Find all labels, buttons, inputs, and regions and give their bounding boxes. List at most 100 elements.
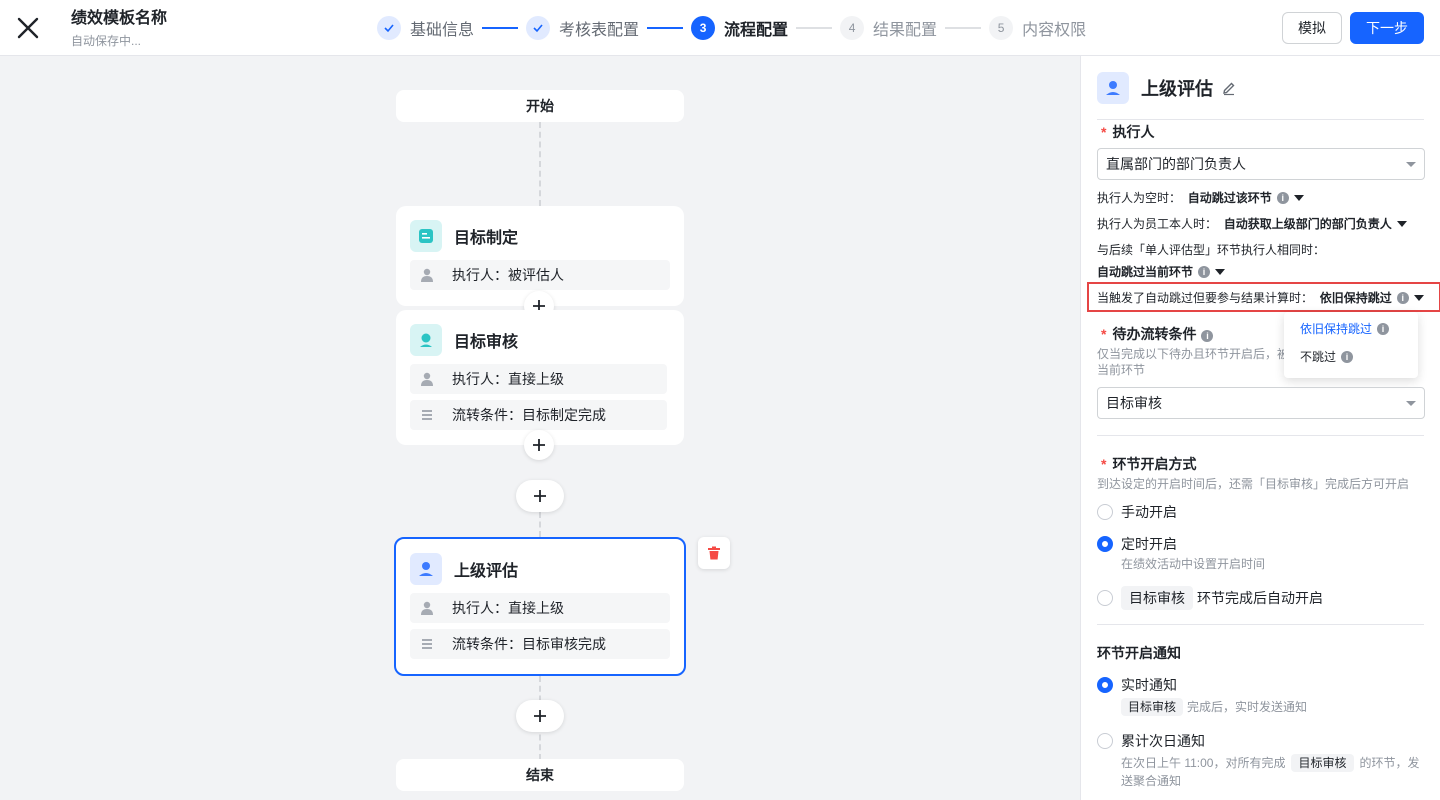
add-node-button[interactable] <box>524 430 554 460</box>
edit-pencil-icon[interactable] <box>1221 80 1237 96</box>
dropdown-triangle-icon[interactable] <box>1413 294 1424 301</box>
step-flow-config[interactable]: 3 流程配置 <box>691 16 788 40</box>
node-executor-row: 执行人：直接上级 <box>410 593 670 623</box>
plus-icon <box>534 490 546 502</box>
info-icon[interactable]: i <box>1377 322 1390 335</box>
option-value: 自动跳过当前环节 <box>1097 265 1194 279</box>
add-node-button[interactable] <box>516 700 564 732</box>
flow-canvas[interactable]: 开始 目标制定 执行人：被评估人 目标审核 执行人：直接上级 流转条件：目标制定… <box>0 56 1080 800</box>
node-row-text: 执行人：直接上级 <box>452 600 564 616</box>
divider <box>1097 624 1424 625</box>
timed-open-hint: 在绩效活动中设置开启时间 <box>1121 557 1266 571</box>
person-icon <box>418 266 436 284</box>
plus-icon <box>534 710 546 722</box>
radio-button-selected[interactable] <box>1097 536 1113 552</box>
node-header: 目标审核 <box>410 324 518 356</box>
flow-start-node[interactable]: 开始 <box>396 90 684 122</box>
radio-button[interactable] <box>1097 590 1113 606</box>
step-content-permission[interactable]: 5 内容权限 <box>989 16 1086 40</box>
option-value: 自动跳过该环节 <box>1187 191 1272 205</box>
plus-icon <box>533 439 545 451</box>
option-value: 自动获取上级部门的部门负责人 <box>1223 217 1392 231</box>
close-icon[interactable] <box>14 14 42 42</box>
step-number: 4 <box>840 16 865 40</box>
executor-label: * 执行人 <box>1101 124 1155 140</box>
step-result-config[interactable]: 4 结果配置 <box>840 16 937 40</box>
pending-hint: 当前环节 <box>1097 363 1146 377</box>
step-label: 流程配置 <box>724 22 789 39</box>
template-title[interactable]: 绩效模板名称 <box>71 8 167 30</box>
pending-select-value: 目标审核 <box>1106 395 1162 411</box>
chevron-down-icon <box>1406 401 1416 406</box>
node-config-panel: 上级评估 * 执行人 直属部门的部门负责人 执行人为空时： 自动跳过该环节 i 执… <box>1080 56 1440 800</box>
node-row-text: 执行人：被评估人 <box>452 267 564 283</box>
step-number: 5 <box>989 16 1014 40</box>
pending-condition-select[interactable]: 目标审核 <box>1097 387 1425 419</box>
radio-realtime-notify[interactable]: 实时通知 <box>1097 675 1177 695</box>
executor-select[interactable]: 直属部门的部门负责人 <box>1097 148 1425 180</box>
manager-icon <box>1097 72 1129 104</box>
pending-condition-label: * 待办流转条件 i <box>1101 324 1214 344</box>
node-title: 目标审核 <box>454 334 519 351</box>
radio-after-open[interactable]: 目标审核 环节完成后自动开启 <box>1097 586 1323 610</box>
node-tag: 目标审核 <box>1291 754 1354 772</box>
node-tag: 目标审核 <box>1121 586 1193 610</box>
node-header: 上级评估 <box>410 553 518 585</box>
info-icon[interactable]: i <box>1201 330 1214 342</box>
info-icon[interactable]: i <box>1276 191 1289 204</box>
info-icon[interactable]: i <box>1341 350 1354 363</box>
flow-transfer-icon <box>418 635 436 653</box>
node-header: 目标制定 <box>410 220 518 252</box>
check-icon <box>526 16 551 40</box>
open-mode-label: * 环节开启方式 <box>1101 456 1197 472</box>
person-icon <box>418 599 436 617</box>
person-icon <box>418 370 436 388</box>
panel-header: 上级评估 <box>1097 72 1237 104</box>
info-icon[interactable]: i <box>1198 265 1211 278</box>
node-title: 目标制定 <box>454 230 519 247</box>
dropdown-option-keep-skip[interactable]: 依旧保持跳过 i <box>1300 320 1390 337</box>
trash-icon <box>708 546 720 560</box>
add-node-button[interactable] <box>516 480 564 512</box>
next-step-button[interactable]: 下一步 <box>1350 12 1424 44</box>
radio-button-selected[interactable] <box>1097 677 1113 693</box>
radio-button[interactable] <box>1097 733 1113 749</box>
radio-manual-open[interactable]: 手动开启 <box>1097 502 1177 522</box>
autosave-status: 自动保存中... <box>71 34 142 48</box>
flow-connector <box>539 122 541 206</box>
info-icon[interactable]: i <box>1396 291 1409 304</box>
required-asterisk: * <box>1101 326 1107 342</box>
node-row-text: 流转条件：目标审核完成 <box>452 636 606 652</box>
flow-end-node[interactable]: 结束 <box>396 759 684 791</box>
realtime-notify-hint: 目标审核 完成后，实时发送通知 <box>1121 698 1307 716</box>
node-title: 上级评估 <box>454 563 519 580</box>
divider <box>1097 119 1424 120</box>
step-label: 基础信息 <box>410 22 475 39</box>
step-scorecard-config[interactable]: 考核表配置 <box>526 16 639 40</box>
dropdown-triangle-icon[interactable] <box>1293 194 1304 201</box>
flow-transfer-icon <box>418 406 436 424</box>
node-condition-row: 流转条件：目标审核完成 <box>410 629 670 659</box>
pending-hint: 仅当完成以下待办且环节开启后，被 <box>1097 347 1290 361</box>
node-row-text: 流转条件：目标制定完成 <box>452 407 606 423</box>
dropdown-option-no-skip[interactable]: 不跳过 i <box>1300 348 1354 365</box>
delete-node-button[interactable] <box>698 537 730 569</box>
step-connector <box>647 27 684 29</box>
top-header: 绩效模板名称 自动保存中... 基础信息 考核表配置 3 流程配置 4 结果配置 <box>0 0 1440 56</box>
radio-button[interactable] <box>1097 504 1113 520</box>
dropdown-triangle-icon[interactable] <box>1215 268 1226 275</box>
chevron-down-icon <box>1406 162 1416 167</box>
daily-notify-hint: 在次日上午 11:00，对所有完成 目标审核 的环节，发 <box>1121 754 1420 772</box>
skip-option-dropdown: 依旧保持跳过 i 不跳过 i <box>1284 312 1418 378</box>
flow-node-manager-eval[interactable]: 上级评估 执行人：直接上级 流转条件：目标审核完成 <box>394 537 686 676</box>
goal-doc-icon <box>410 220 442 252</box>
flow-node-goal-review[interactable]: 目标审核 执行人：直接上级 流转条件：目标制定完成 <box>396 310 684 445</box>
radio-timed-open[interactable]: 定时开启 <box>1097 534 1177 554</box>
step-basic-info[interactable]: 基础信息 <box>377 16 474 40</box>
empty-executor-option: 执行人为空时： 自动跳过该环节 i <box>1097 189 1304 206</box>
required-asterisk: * <box>1101 124 1107 140</box>
radio-daily-notify[interactable]: 累计次日通知 <box>1097 731 1205 751</box>
dropdown-triangle-icon[interactable] <box>1396 220 1407 227</box>
simulate-button[interactable]: 模拟 <box>1282 12 1342 44</box>
manager-icon <box>410 553 442 585</box>
